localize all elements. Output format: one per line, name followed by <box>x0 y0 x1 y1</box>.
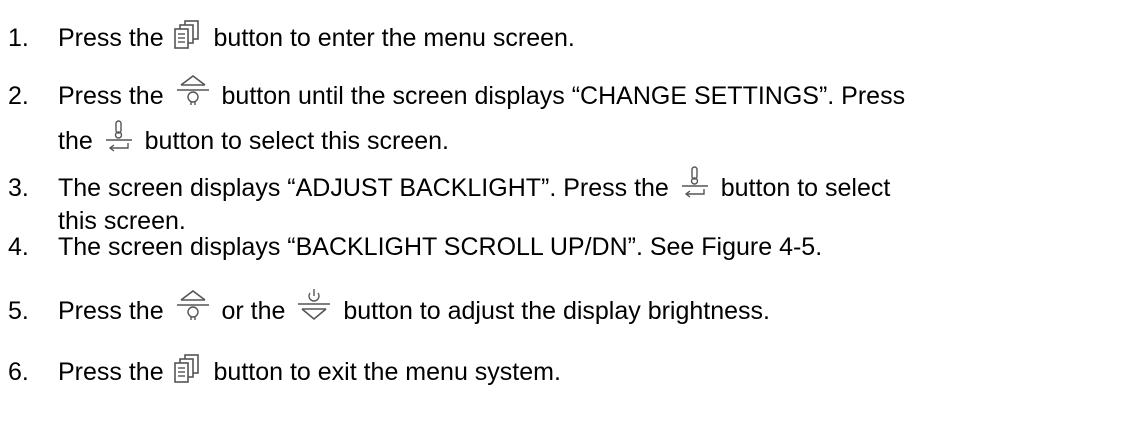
step-3: 3. The screen displays “ADJUST BACKLIGHT”… <box>8 166 1138 236</box>
step-text: button to select <box>713 174 891 202</box>
step-text: Press the <box>58 297 171 325</box>
step-number: 4. <box>8 233 29 261</box>
step-text: or the <box>214 297 293 325</box>
step-text: button to adjust the display brightness. <box>336 297 770 325</box>
step-1: 1. Press the button to enter the menu scr… <box>8 20 1138 56</box>
step-number: 3. <box>8 174 29 202</box>
down-power-icon <box>296 288 332 324</box>
step-text: Press the <box>58 24 171 52</box>
menu-icon <box>173 354 201 384</box>
step-number: 1. <box>8 24 29 52</box>
menu-icon <box>173 20 201 50</box>
step-number: 5. <box>8 297 29 325</box>
step-number: 2. <box>8 82 29 110</box>
up-light-icon <box>175 288 211 324</box>
step-4: 4. The screen displays “BACKLIGHT SCROLL … <box>8 229 1138 265</box>
step-text: Press the <box>58 358 171 386</box>
step-number: 6. <box>8 358 29 386</box>
step-text: button until the screen displays “CHANGE… <box>214 82 906 110</box>
enter-icon <box>104 120 134 154</box>
step-text: the <box>58 127 100 156</box>
step-2: 2. Press the button until the screen disp… <box>8 75 1138 160</box>
step-text: button to enter the menu screen. <box>206 24 575 52</box>
step-text: button to select this screen. <box>137 127 449 156</box>
step-5: 5. Press the or the button to adjust the… <box>8 289 1138 330</box>
step-text: button to exit the menu system. <box>206 358 561 386</box>
step-6: 6. Press the button to exit the menu syst… <box>8 354 1138 390</box>
step-text: Press the <box>58 82 171 110</box>
step-text: The screen displays “BACKLIGHT SCROLL UP… <box>58 233 823 261</box>
enter-icon <box>680 166 710 200</box>
step-text: The screen displays “ADJUST BACKLIGHT”. … <box>58 174 676 202</box>
up-light-icon <box>175 73 211 109</box>
